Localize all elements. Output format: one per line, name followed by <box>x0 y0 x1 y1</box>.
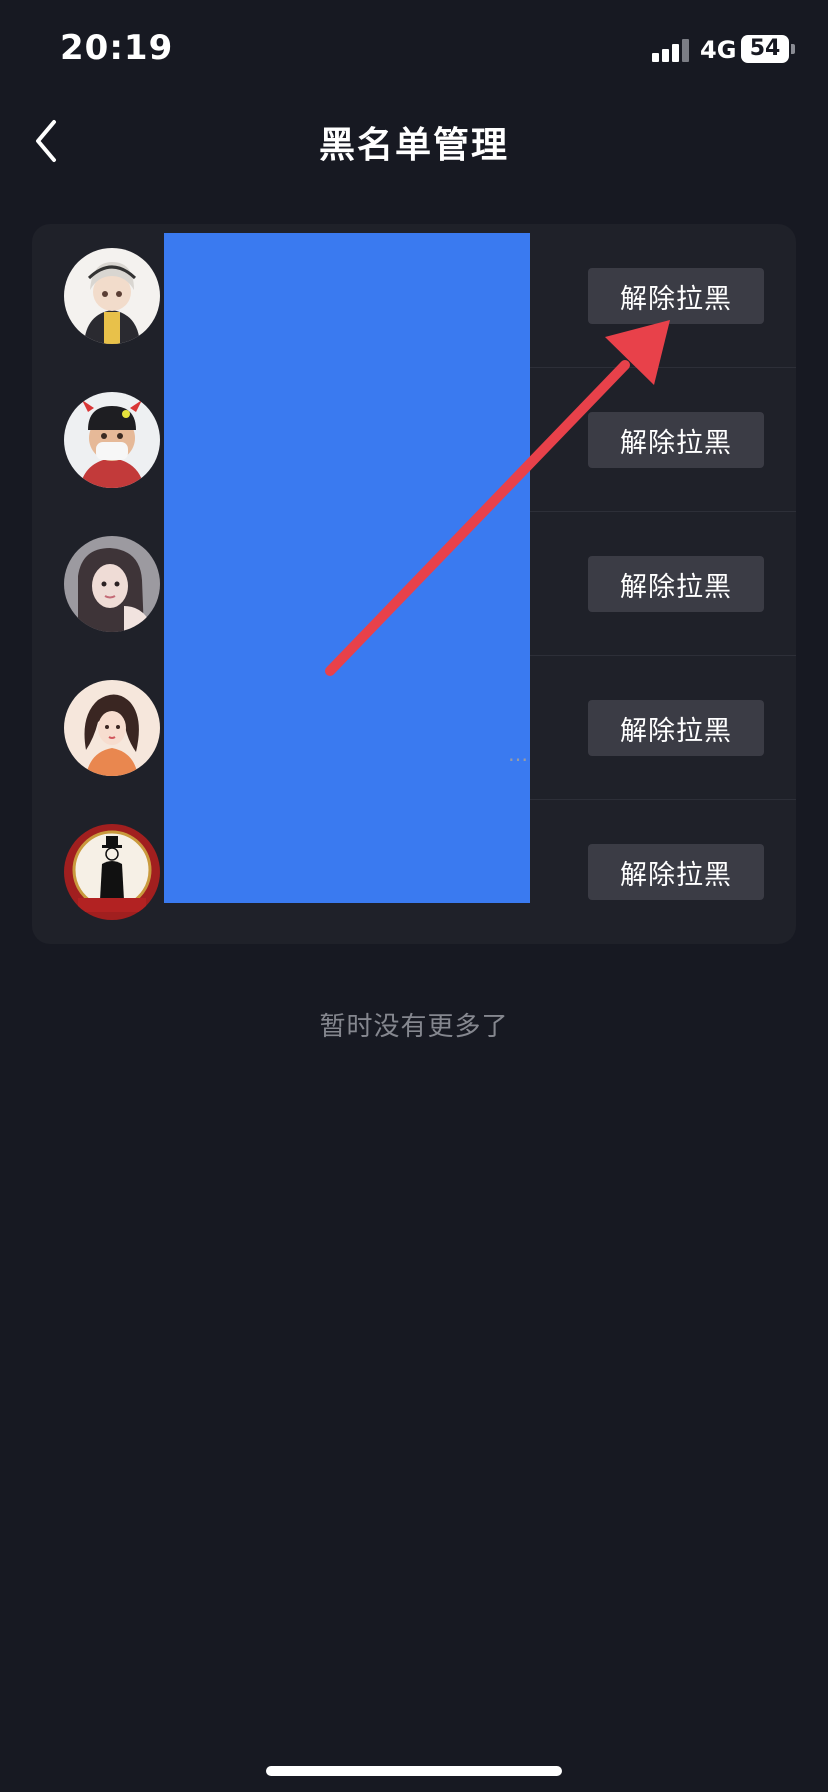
unblock-button[interactable]: 解除拉黑 <box>588 268 764 324</box>
page-title: 黑名单管理 <box>318 125 509 166</box>
unblock-button[interactable]: 解除拉黑 <box>588 844 764 900</box>
battery-tip <box>791 44 795 54</box>
home-indicator[interactable] <box>266 1766 562 1776</box>
status-time: 20:19 <box>60 28 174 68</box>
battery-icon: 54 <box>741 35 789 63</box>
network-type-label: 4G <box>700 36 737 64</box>
avatar-cartoon-boy-image <box>64 248 160 344</box>
avatar[interactable] <box>64 248 160 344</box>
avatar-cartoon-mask-boy-image <box>64 392 160 488</box>
avatar[interactable] <box>64 680 160 776</box>
status-bar: 20:19 4G 54 <box>0 0 828 100</box>
unblock-button[interactable]: 解除拉黑 <box>588 412 764 468</box>
list-end-text: 暂时没有更多了 <box>319 1012 509 1042</box>
cellular-signal-icon <box>652 38 692 62</box>
avatar[interactable] <box>64 824 160 920</box>
unblock-button[interactable]: 解除拉黑 <box>588 700 764 756</box>
avatar[interactable] <box>64 536 160 632</box>
avatar-girl-photo-image <box>64 536 160 632</box>
truncation-ellipsis: … <box>508 742 528 766</box>
avatar-illustrated-girl-image <box>64 680 160 776</box>
avatar-red-badge-image <box>64 824 160 920</box>
unblock-button[interactable]: 解除拉黑 <box>588 556 764 612</box>
redaction-overlay <box>164 233 530 903</box>
avatar[interactable] <box>64 392 160 488</box>
